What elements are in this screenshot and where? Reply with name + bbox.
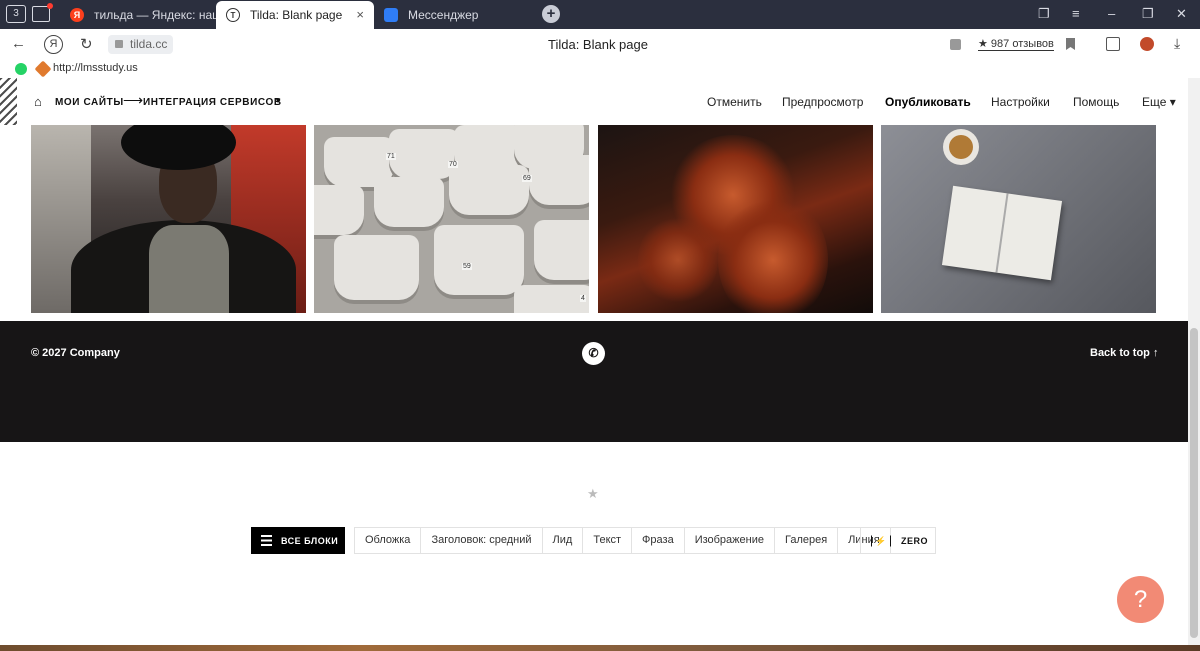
seat-number: 69 bbox=[522, 175, 532, 182]
yandex-icon[interactable]: Я bbox=[44, 35, 63, 54]
block-cover-button[interactable]: Обложка bbox=[355, 528, 420, 553]
url-text: tilda.cc bbox=[130, 37, 168, 51]
block-gallery-button[interactable]: Галерея bbox=[773, 528, 837, 553]
scrollbar-thumb[interactable] bbox=[1190, 328, 1198, 638]
zero-block-icon: ⚡ bbox=[871, 535, 891, 547]
all-blocks-button[interactable]: ВСЕ БЛОКИ bbox=[251, 527, 345, 554]
seat-number: 59 bbox=[462, 263, 472, 270]
quick-blocks-group: Обложка Заголовок: средний Лид Текст Фра… bbox=[354, 527, 891, 554]
reload-icon[interactable]: ↻ bbox=[80, 35, 93, 53]
gallery-photo-stadium-seats[interactable]: 70 71 69 59 4 bbox=[314, 125, 589, 313]
block-heading-button[interactable]: Заголовок: средний bbox=[420, 528, 541, 553]
menu-icon[interactable]: ≡ bbox=[1072, 6, 1080, 21]
cancel-button[interactable]: Отменить bbox=[707, 95, 762, 109]
address-bar: ← Я ↻ tilda.cc Tilda: Blank page ★ 987 о… bbox=[0, 29, 1200, 60]
tab-messenger[interactable]: Мессенджер bbox=[374, 1, 530, 29]
lock-icon bbox=[115, 40, 123, 48]
help-button[interactable]: ? bbox=[1117, 576, 1164, 623]
new-window-icon[interactable] bbox=[32, 3, 53, 22]
restore-icon[interactable]: ❐ bbox=[1142, 6, 1154, 22]
help-link[interactable]: Помощь bbox=[1073, 95, 1119, 109]
url-field[interactable]: tilda.cc bbox=[108, 35, 174, 54]
publish-button[interactable]: Опубликовать bbox=[885, 95, 971, 109]
tilda-top-panel: ⌂ МОИ САЙТЫ ⟶ ИНТЕГРАЦИЯ СЕРВИСОВ ▼ Отме… bbox=[0, 78, 1188, 125]
bookmark-icon[interactable] bbox=[1066, 38, 1075, 50]
hamburger-icon bbox=[261, 535, 272, 546]
close-window-icon[interactable]: ✕ bbox=[1176, 6, 1187, 22]
translate-icon[interactable] bbox=[950, 39, 961, 50]
tab-tilda-blank-page[interactable]: T Tilda: Blank page × bbox=[216, 1, 374, 29]
block-phrase-button[interactable]: Фраза bbox=[631, 528, 684, 553]
breadcrumb-my-sites[interactable]: МОИ САЙТЫ bbox=[55, 97, 124, 108]
tab-label: Tilda: Blank page bbox=[250, 8, 343, 22]
zigzag-decoration bbox=[0, 78, 17, 125]
reviews-link[interactable]: ★ 987 отзывов bbox=[978, 37, 1054, 51]
gallery-photo-man-in-hat[interactable] bbox=[31, 125, 306, 313]
download-icon[interactable]: ⤓ bbox=[1174, 35, 1180, 52]
tab-yandex-search[interactable]: Я тильда — Яндекс: нашлось bbox=[60, 1, 216, 29]
block-image-button[interactable]: Изображение bbox=[683, 528, 774, 553]
page-viewport: ⌂ МОИ САЙТЫ ⟶ ИНТЕГРАЦИЯ СЕРВИСОВ ▼ Отме… bbox=[0, 78, 1188, 645]
collections-icon[interactable]: ❐ bbox=[1038, 6, 1050, 22]
back-arrow-icon[interactable]: ← bbox=[11, 35, 26, 52]
viber-icon[interactable]: ✆ bbox=[582, 342, 605, 365]
new-tab-button[interactable]: + bbox=[542, 5, 560, 23]
os-taskbar bbox=[0, 645, 1200, 651]
gallery-photo-book-and-coffee[interactable] bbox=[881, 125, 1156, 313]
whatsapp-icon[interactable] bbox=[15, 63, 27, 75]
more-menu[interactable]: Еще ▾ bbox=[1142, 95, 1176, 109]
close-tab-icon[interactable]: × bbox=[356, 7, 364, 22]
zero-block-button[interactable]: ⚡ ZERO bbox=[860, 527, 936, 554]
tab-label: Мессенджер bbox=[408, 8, 479, 22]
browser-window: 3 Я тильда — Яндекс: нашлось T Tilda: Bl… bbox=[0, 0, 1200, 651]
home-icon[interactable]: ⌂ bbox=[34, 94, 42, 109]
messenger-favicon-icon bbox=[384, 8, 398, 22]
settings-button[interactable]: Настройки bbox=[991, 95, 1050, 109]
site-footer: © 2027 Company ✆ Back to top ↑ bbox=[0, 321, 1188, 442]
seat-number: 70 bbox=[448, 161, 458, 168]
bookmark-favicon-icon bbox=[34, 60, 52, 78]
all-blocks-label: ВСЕ БЛОКИ bbox=[281, 535, 339, 546]
extension-icon[interactable] bbox=[1106, 37, 1120, 51]
footer-copyright: © 2027 Company bbox=[31, 347, 120, 359]
tab-strip: 3 Я тильда — Яндекс: нашлось T Tilda: Bl… bbox=[0, 0, 1200, 29]
seat-number: 4 bbox=[580, 295, 586, 302]
minimize-icon[interactable]: – bbox=[1108, 6, 1115, 21]
breadcrumb-project[interactable]: ИНТЕГРАЦИЯ СЕРВИСОВ bbox=[143, 97, 282, 108]
tab-label: тильда — Яндекс: нашлось bbox=[94, 8, 216, 22]
open-book bbox=[941, 185, 1063, 281]
star-icon[interactable]: ★ bbox=[587, 486, 599, 502]
page-title: Tilda: Blank page bbox=[548, 37, 648, 52]
tab-count-icon[interactable]: 3 bbox=[6, 5, 26, 23]
breadcrumb-arrow-icon: ⟶ bbox=[123, 92, 144, 108]
block-text-button[interactable]: Текст bbox=[582, 528, 631, 553]
yandex-favicon-icon: Я bbox=[70, 8, 84, 22]
bookmarks-bar: http://lmsstudy.us bbox=[0, 60, 1200, 78]
block-lead-button[interactable]: Лид bbox=[541, 528, 583, 553]
chevron-down-icon[interactable]: ▼ bbox=[274, 96, 282, 105]
bookmark-link[interactable]: http://lmsstudy.us bbox=[53, 62, 138, 74]
preview-button[interactable]: Предпросмотр bbox=[782, 95, 863, 109]
zero-label: ZERO bbox=[901, 536, 929, 546]
profile-avatar[interactable] bbox=[1140, 37, 1154, 51]
seat-number: 71 bbox=[386, 153, 396, 160]
page-scrollbar[interactable] bbox=[1188, 78, 1200, 645]
coffee-cup bbox=[943, 129, 979, 165]
tilda-favicon-icon: T bbox=[226, 8, 240, 22]
gallery-photo-canyon[interactable] bbox=[598, 125, 873, 313]
back-to-top-link[interactable]: Back to top ↑ bbox=[1090, 347, 1158, 359]
